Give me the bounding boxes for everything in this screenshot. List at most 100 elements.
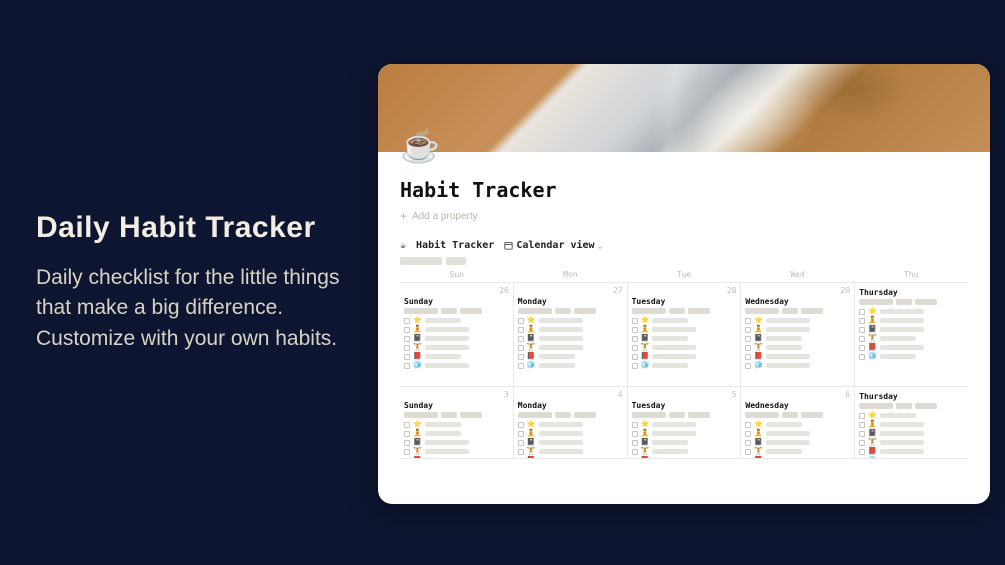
habit-item[interactable]: 📕 — [745, 457, 850, 459]
habit-item[interactable]: 📕 — [745, 353, 850, 360]
checkbox-icon[interactable] — [632, 345, 638, 351]
checkbox-icon[interactable] — [859, 354, 865, 360]
habit-item[interactable]: ⭐ — [745, 317, 850, 324]
calendar-cell[interactable]: 5Tuesday⭐🧘📓🏋️📕🧊 — [628, 387, 742, 459]
checkbox-icon[interactable] — [745, 363, 751, 369]
checkbox-icon[interactable] — [745, 336, 751, 342]
habit-item[interactable]: 🧊 — [745, 362, 850, 369]
habit-item[interactable]: 📓 — [632, 335, 737, 342]
checkbox-icon[interactable] — [518, 336, 524, 342]
checkbox-icon[interactable] — [518, 449, 524, 455]
habit-item[interactable]: 🧘 — [632, 326, 737, 333]
habit-item[interactable]: 📓 — [745, 335, 850, 342]
habit-item[interactable]: 📓 — [404, 335, 509, 342]
checkbox-icon[interactable] — [404, 422, 410, 428]
checkbox-icon[interactable] — [404, 431, 410, 437]
page-cover[interactable] — [378, 64, 990, 152]
habit-item[interactable]: 🏋️ — [404, 448, 509, 455]
checkbox-icon[interactable] — [859, 431, 865, 437]
checkbox-icon[interactable] — [859, 318, 865, 324]
checkbox-icon[interactable] — [518, 422, 524, 428]
habit-item[interactable]: 🏋️ — [632, 344, 737, 351]
checkbox-icon[interactable] — [859, 440, 865, 446]
page-title[interactable]: Habit Tracker — [400, 178, 968, 202]
habit-item[interactable]: 📕 — [518, 457, 623, 459]
habit-item[interactable]: 📕 — [632, 353, 737, 360]
habit-item[interactable]: ⭐ — [745, 421, 850, 428]
checkbox-icon[interactable] — [404, 336, 410, 342]
habit-item[interactable]: 🧘 — [518, 326, 623, 333]
habit-item[interactable]: ⭐ — [632, 317, 737, 324]
calendar-cell[interactable]: 26Sunday⭐🧘📓🏋️📕🧊 — [400, 283, 514, 387]
habit-item[interactable]: 🏋️ — [632, 448, 737, 455]
checkbox-icon[interactable] — [632, 440, 638, 446]
habit-item[interactable]: 🏋️ — [745, 344, 850, 351]
habit-item[interactable]: ⭐ — [859, 308, 964, 315]
habit-item[interactable]: 🧘 — [859, 421, 964, 428]
habit-item[interactable]: 🧘 — [404, 326, 509, 333]
checkbox-icon[interactable] — [632, 363, 638, 369]
habit-item[interactable]: ⭐ — [404, 317, 509, 324]
habit-item[interactable]: 🧘 — [404, 430, 509, 437]
habit-item[interactable]: 📓 — [859, 326, 964, 333]
checkbox-icon[interactable] — [518, 440, 524, 446]
add-property-button[interactable]: + Add a property — [400, 210, 968, 222]
checkbox-icon[interactable] — [745, 327, 751, 333]
habit-item[interactable]: 📕 — [518, 353, 623, 360]
checkbox-icon[interactable] — [518, 458, 524, 460]
habit-item[interactable]: 🧊 — [632, 362, 737, 369]
checkbox-icon[interactable] — [632, 327, 638, 333]
calendar-cell[interactable]: 6Wednesday⭐🧘📓🏋️📕🧊 — [741, 387, 855, 459]
calendar-cell[interactable]: 4Monday⭐🧘📓🏋️📕🧊 — [514, 387, 628, 459]
habit-item[interactable]: 📓 — [518, 439, 623, 446]
checkbox-icon[interactable] — [745, 354, 751, 360]
habit-item[interactable]: 🧊 — [859, 457, 964, 459]
checkbox-icon[interactable] — [632, 354, 638, 360]
checkbox-icon[interactable] — [404, 327, 410, 333]
habit-item[interactable]: 📓 — [404, 439, 509, 446]
habit-item[interactable]: 🧘 — [745, 326, 850, 333]
page-icon[interactable]: ☕ — [400, 130, 440, 162]
checkbox-icon[interactable] — [404, 458, 410, 460]
checkbox-icon[interactable] — [632, 318, 638, 324]
checkbox-icon[interactable] — [745, 422, 751, 428]
habit-item[interactable]: 📕 — [404, 353, 509, 360]
checkbox-icon[interactable] — [632, 449, 638, 455]
checkbox-icon[interactable] — [745, 345, 751, 351]
habit-item[interactable]: 📕 — [859, 344, 964, 351]
checkbox-icon[interactable] — [859, 458, 865, 460]
checkbox-icon[interactable] — [518, 354, 524, 360]
checkbox-icon[interactable] — [745, 458, 751, 460]
calendar-cell[interactable]: Thursday⭐🧘📓🏋️📕🧊 — [855, 387, 968, 459]
habit-item[interactable]: 📕 — [859, 448, 964, 455]
habit-item[interactable]: 🏋️ — [518, 448, 623, 455]
habit-item[interactable]: ⭐ — [632, 421, 737, 428]
habit-item[interactable]: 🧘 — [745, 430, 850, 437]
habit-item[interactable]: 🏋️ — [745, 448, 850, 455]
habit-item[interactable]: 📕 — [632, 457, 737, 459]
checkbox-icon[interactable] — [745, 440, 751, 446]
checkbox-icon[interactable] — [404, 318, 410, 324]
habit-item[interactable]: 🧘 — [859, 317, 964, 324]
habit-item[interactable]: 🧘 — [632, 430, 737, 437]
habit-item[interactable]: 🧊 — [404, 362, 509, 369]
checkbox-icon[interactable] — [404, 440, 410, 446]
checkbox-icon[interactable] — [518, 363, 524, 369]
checkbox-icon[interactable] — [404, 363, 410, 369]
view-selector[interactable]: Calendar view ⌄ — [504, 240, 602, 251]
habit-item[interactable]: 🧊 — [859, 353, 964, 360]
calendar-cell[interactable]: 29Wednesday⭐🧘📓🏋️📕🧊 — [741, 283, 855, 387]
checkbox-icon[interactable] — [404, 449, 410, 455]
habit-item[interactable]: 🧊 — [518, 362, 623, 369]
habit-item[interactable]: 📓 — [859, 430, 964, 437]
habit-item[interactable]: 📓 — [745, 439, 850, 446]
habit-item[interactable]: 🏋️ — [859, 439, 964, 446]
calendar-cell[interactable]: Thursday⭐🧘📓🏋️📕🧊 — [855, 283, 968, 387]
checkbox-icon[interactable] — [518, 431, 524, 437]
habit-item[interactable]: ⭐ — [518, 421, 623, 428]
habit-item[interactable]: ⭐ — [404, 421, 509, 428]
checkbox-icon[interactable] — [859, 449, 865, 455]
calendar-cell[interactable]: 27Monday⭐🧘📓🏋️📕🧊 — [514, 283, 628, 387]
checkbox-icon[interactable] — [632, 336, 638, 342]
calendar-cell[interactable]: 28Tuesday⭐🧘📓🏋️📕🧊 — [628, 283, 742, 387]
